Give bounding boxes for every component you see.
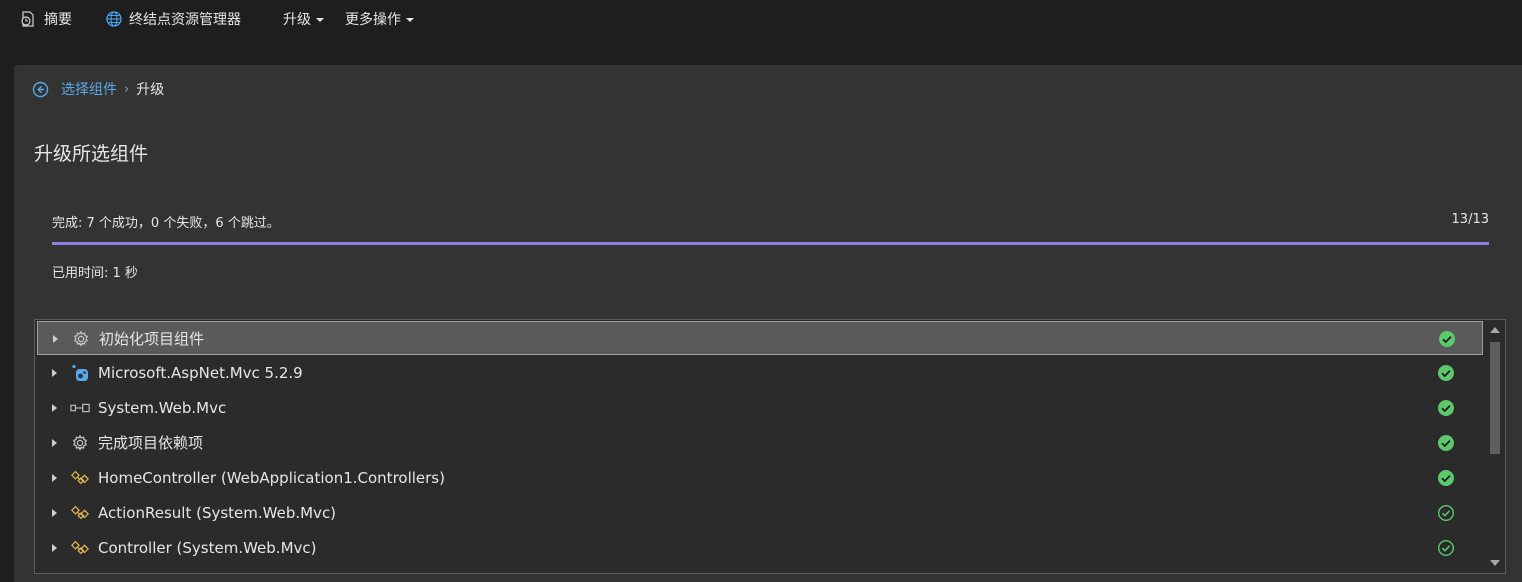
- expand-arrow-icon[interactable]: [52, 439, 57, 447]
- summary-label: 摘要: [44, 12, 72, 28]
- scroll-up-arrow-icon[interactable]: [1490, 327, 1500, 333]
- breadcrumb-current: 升级: [136, 82, 165, 98]
- list-item-label: ActionResult (System.Web.Mvc): [98, 504, 337, 522]
- upgrade-menu-label: 升级: [283, 12, 311, 28]
- success-check-icon: [1437, 364, 1455, 382]
- class-icon: [70, 469, 90, 487]
- list-item[interactable]: Microsoft.AspNet.Mvc 5.2.9: [37, 356, 1483, 390]
- success-check-icon: [1437, 469, 1455, 487]
- list-item[interactable]: ActionResult (System.Web.Mvc): [37, 496, 1483, 530]
- list-item[interactable]: 完成项目依赖项: [37, 426, 1483, 460]
- list-item[interactable]: Controller (System.Web.Mvc): [37, 531, 1483, 565]
- globe-icon: [104, 9, 124, 29]
- success-check-icon: [1437, 399, 1455, 417]
- list-item[interactable]: System.Web.Mvc: [37, 391, 1483, 425]
- list-item-label: 完成项目依赖项: [98, 434, 204, 452]
- chevron-down-icon: [406, 18, 414, 22]
- success-check-icon: [1437, 539, 1455, 557]
- upgrade-menu[interactable]: 升级: [283, 0, 324, 38]
- class-icon: [70, 539, 90, 557]
- expand-arrow-icon[interactable]: [52, 404, 57, 412]
- list-item-label: HomeController (WebApplication1.Controll…: [98, 469, 445, 487]
- progress-bar: [52, 242, 1489, 245]
- component-list: Controller (System.Web.Mvc) ActionResult …: [34, 319, 1506, 574]
- list-item-label: Microsoft.AspNet.Mvc 5.2.9: [98, 364, 303, 382]
- vertical-scrollbar[interactable]: [1485, 320, 1505, 573]
- back-arrow-icon[interactable]: [32, 81, 49, 98]
- breadcrumb-select-components-link[interactable]: 选择组件: [61, 79, 117, 99]
- status-row: 完成: 7 个成功，0 个失败，6 个跳过。 13/13: [52, 212, 1489, 231]
- reference-icon: [70, 399, 90, 417]
- endpoints-explorer-label: 终结点资源管理器: [129, 12, 241, 28]
- scroll-down-arrow-icon[interactable]: [1490, 560, 1500, 566]
- summary-icon: [18, 9, 38, 29]
- list-item-label: System.Web.Mvc: [98, 399, 227, 417]
- scrollbar-thumb[interactable]: [1490, 342, 1500, 454]
- breadcrumb-separator: ›: [124, 81, 130, 97]
- list-item[interactable]: 初始化项目组件: [37, 321, 1483, 355]
- gear-icon: [71, 330, 91, 348]
- status-summary: 完成: 7 个成功，0 个失败，6 个跳过。: [52, 216, 280, 231]
- success-check-icon: [1438, 330, 1456, 348]
- expand-arrow-icon[interactable]: [52, 544, 57, 552]
- top-navigation: 摘要 终结点资源管理器 升级 更多操作: [0, 0, 1522, 38]
- expand-arrow-icon[interactable]: [52, 369, 57, 377]
- elapsed-time: 已用时间: 1 秒: [52, 266, 138, 281]
- progress-bar-fill: [52, 242, 1489, 245]
- status-count: 13/13: [1451, 212, 1489, 227]
- more-actions-label: 更多操作: [345, 12, 401, 28]
- class-icon: [70, 504, 90, 522]
- page-title: 升级所选组件: [34, 143, 149, 165]
- list-item-label: 初始化项目组件: [99, 330, 205, 348]
- gear-icon: [70, 434, 90, 452]
- chevron-down-icon: [316, 18, 324, 22]
- upgrade-panel: 选择组件 › 升级 升级所选组件 完成: 7 个成功，0 个失败，6 个跳过。 …: [14, 65, 1522, 582]
- expand-arrow-icon[interactable]: [52, 509, 57, 517]
- endpoints-explorer-tab[interactable]: 终结点资源管理器: [104, 0, 241, 38]
- success-check-icon: [1437, 434, 1455, 452]
- breadcrumb: 选择组件 › 升级: [32, 79, 164, 99]
- nuget-package-icon: [70, 364, 90, 382]
- success-check-icon: [1437, 504, 1455, 522]
- expand-arrow-icon[interactable]: [53, 335, 58, 343]
- list-item-label: Controller (System.Web.Mvc): [98, 539, 317, 557]
- summary-tab[interactable]: 摘要: [18, 0, 72, 38]
- list-item[interactable]: HomeController (WebApplication1.Controll…: [37, 461, 1483, 495]
- more-actions-menu[interactable]: 更多操作: [345, 0, 414, 38]
- expand-arrow-icon[interactable]: [52, 474, 57, 482]
